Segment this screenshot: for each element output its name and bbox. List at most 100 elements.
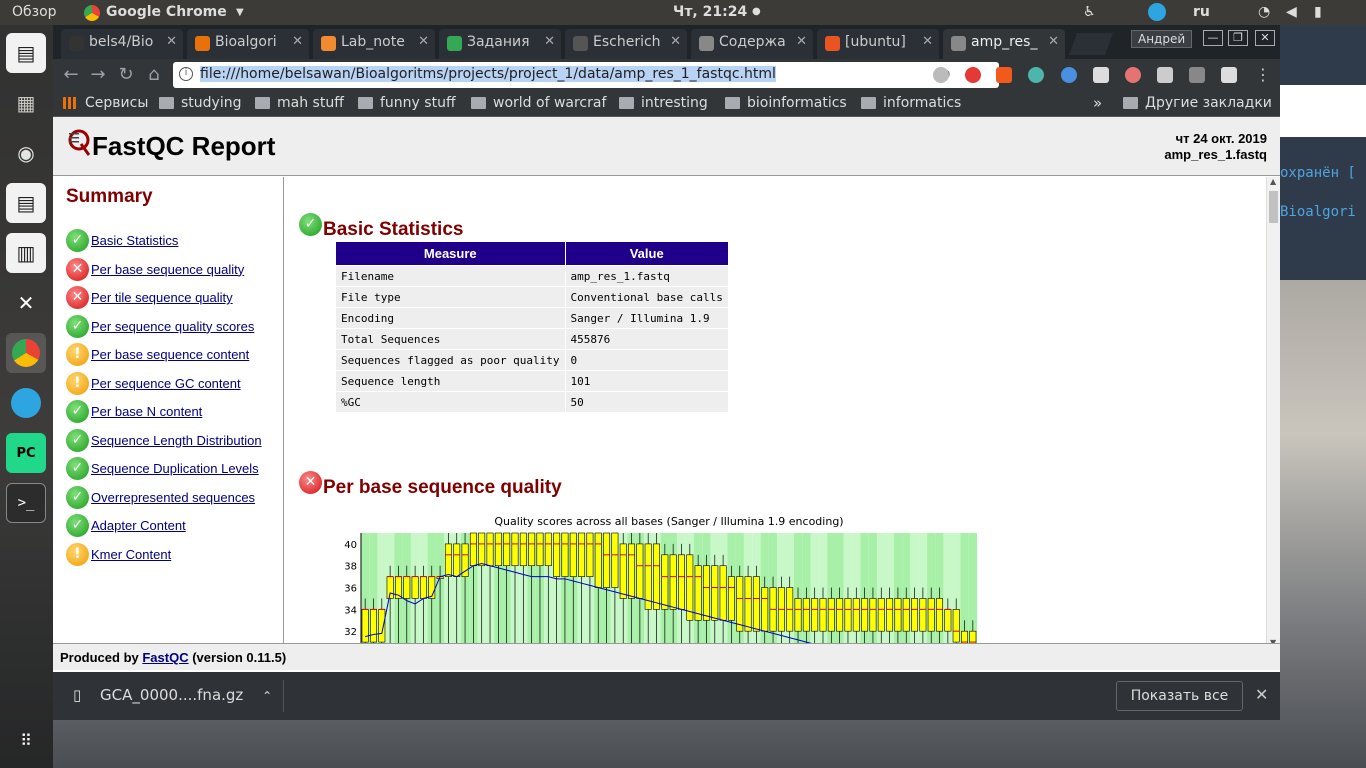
bookmark-apps[interactable]: Сервисы — [63, 95, 148, 111]
keyboard-layout[interactable]: ru — [1193, 4, 1210, 20]
summary-link[interactable]: Adapter Content — [91, 518, 186, 533]
extension-icon[interactable] — [996, 67, 1012, 83]
close-window-button[interactable]: ✕ — [1255, 30, 1275, 46]
summary-link[interactable]: Per sequence GC content — [91, 376, 241, 391]
tab-favicon-icon — [699, 36, 714, 51]
download-item[interactable]: ▯ GCA_0000....fna.gz ⌃ — [73, 686, 272, 704]
extension-icon[interactable] — [965, 67, 981, 83]
address-bar[interactable]: i file:///home/belsawan/Bioalgoritms/pro… — [173, 62, 999, 88]
menu-icon[interactable]: ⋮ — [1255, 65, 1271, 84]
table-cell: Sequence length — [335, 370, 566, 392]
libreoffice-calc-icon[interactable]: ▥ — [6, 233, 46, 273]
profile-button[interactable]: Андрей — [1131, 30, 1193, 48]
summary-link[interactable]: Overrepresented sequences — [91, 490, 255, 505]
home-icon[interactable]: ⌂ — [142, 64, 166, 86]
info-icon[interactable]: i — [179, 67, 193, 81]
summary-link[interactable]: Per base sequence quality — [91, 262, 244, 277]
tab-favicon-icon — [69, 36, 84, 51]
summary-link[interactable]: Per base N content — [91, 404, 202, 419]
browser-tab[interactable]: amp_res_ ✕ — [943, 29, 1065, 59]
battery-icon[interactable]: ▮ — [1314, 4, 1322, 20]
browser-tab[interactable]: Lab_note ✕ — [313, 29, 435, 59]
box — [944, 609, 952, 632]
show-all-downloads-button[interactable]: Показать все — [1116, 681, 1243, 711]
app-menu[interactable]: Google Chrome — [106, 4, 227, 20]
page-scrollbar[interactable]: ▲ ▼ — [1266, 177, 1280, 647]
bookmark-folder[interactable]: mah stuff — [255, 95, 344, 111]
terminal-icon[interactable]: >_ — [6, 483, 46, 523]
telegram-icon[interactable] — [6, 383, 46, 423]
browser-tab[interactable]: [ubuntu] ✕ — [817, 29, 939, 59]
activities-button[interactable]: Обзор — [12, 4, 57, 20]
summary-link[interactable]: Per tile sequence quality — [91, 290, 233, 305]
table-cell: 101 — [564, 370, 729, 392]
vk-icon[interactable] — [1221, 67, 1237, 83]
back-icon[interactable]: ← — [59, 64, 83, 86]
scrollbar-thumb[interactable] — [1269, 191, 1278, 223]
summary-link[interactable]: Basic Statistics — [91, 233, 178, 248]
extension-icon[interactable] — [1093, 67, 1109, 83]
tab-close-icon[interactable]: ✕ — [418, 34, 429, 49]
libreoffice-writer-icon[interactable]: ▤ — [6, 183, 46, 223]
bookmark-folder[interactable]: intresting — [619, 95, 708, 111]
browser-tab[interactable]: Bioalgori ✕ — [187, 29, 309, 59]
terminal-line: Bioalgori — [1280, 204, 1356, 220]
browser-tab[interactable]: Escherich ✕ — [565, 29, 687, 59]
bookmark-folder[interactable]: Другие закладки — [1123, 95, 1272, 111]
browser-tab[interactable]: Задания ✕ — [439, 29, 561, 59]
chevron-up-icon[interactable]: ⌃ — [262, 689, 272, 703]
clock[interactable]: Чт, 21:24 — [673, 4, 747, 20]
firefox-icon[interactable]: ◉ — [6, 133, 46, 173]
bookmark-folder[interactable]: studying — [159, 95, 241, 111]
scroll-up-icon[interactable]: ▲ — [1270, 177, 1276, 186]
tab-close-icon[interactable]: ✕ — [670, 34, 681, 49]
box — [544, 532, 552, 567]
summary-link[interactable]: Kmer Content — [91, 547, 171, 562]
extension-icon[interactable] — [1189, 67, 1205, 83]
pycharm-icon[interactable]: PC — [6, 433, 46, 473]
maximize-button[interactable]: ❐ — [1228, 30, 1248, 46]
fastqc-link[interactable]: FastQC — [142, 650, 188, 665]
box — [736, 576, 744, 632]
browser-tab[interactable]: Содержа ✕ — [691, 29, 813, 59]
volume-icon[interactable]: ◀ — [1286, 4, 1297, 20]
more-bookmarks-icon[interactable]: » — [1093, 94, 1102, 112]
summary-link[interactable]: Per base sequence content — [91, 347, 249, 362]
libreoffice-writer-icon[interactable]: ▤ — [6, 33, 46, 73]
summary-link[interactable]: Sequence Length Distribution — [91, 433, 262, 448]
tab-close-icon[interactable]: ✕ — [292, 34, 303, 49]
telegram-tray-icon[interactable] — [1148, 3, 1166, 21]
chrome-icon[interactable] — [6, 333, 46, 373]
tab-close-icon[interactable]: ✕ — [922, 34, 933, 49]
files-icon[interactable]: ▦ — [6, 83, 46, 123]
close-icon[interactable]: ✕ — [1255, 685, 1268, 704]
table-cell: Total Sequences — [335, 328, 566, 350]
bookmark-folder[interactable]: funny stuff — [358, 95, 456, 111]
accessibility-icon[interactable]: ♿ — [1083, 4, 1096, 20]
bookmark-folder[interactable]: informatics — [861, 95, 961, 111]
summary-link[interactable]: Sequence Duplication Levels — [91, 461, 259, 476]
extension-icon[interactable] — [933, 67, 949, 83]
tab-close-icon[interactable]: ✕ — [166, 34, 177, 49]
forward-icon[interactable]: → — [86, 64, 110, 86]
terminal-window: охранён [ Bioalgori — [1280, 25, 1366, 280]
system-settings-icon[interactable]: ✕ — [6, 283, 46, 323]
minimize-button[interactable]: — — [1203, 30, 1223, 46]
app-grid-icon[interactable]: ⠿ — [6, 720, 46, 760]
tab-close-icon[interactable]: ✕ — [544, 34, 555, 49]
extension-icon[interactable] — [1157, 67, 1173, 83]
url-text[interactable]: file:///home/belsawan/Bioalgoritms/proje… — [200, 66, 776, 82]
browser-tab[interactable]: bels4/Bio ✕ — [61, 29, 183, 59]
wifi-icon[interactable]: ◔ — [1258, 4, 1270, 20]
extension-icon[interactable] — [1028, 67, 1044, 83]
new-tab-button[interactable] — [1068, 33, 1114, 55]
reload-icon[interactable]: ↻ — [114, 64, 138, 86]
tab-close-icon[interactable]: ✕ — [1048, 34, 1059, 49]
bookmark-folder[interactable]: bioinformatics — [725, 95, 847, 111]
tab-close-icon[interactable]: ✕ — [796, 34, 807, 49]
extension-icon[interactable] — [1061, 67, 1077, 83]
bookmark-folder[interactable]: world of warcraf — [471, 95, 606, 111]
extension-icon[interactable] — [1125, 67, 1141, 83]
download-filename[interactable]: GCA_0000....fna.gz — [100, 686, 243, 704]
summary-link[interactable]: Per sequence quality scores — [91, 319, 254, 334]
